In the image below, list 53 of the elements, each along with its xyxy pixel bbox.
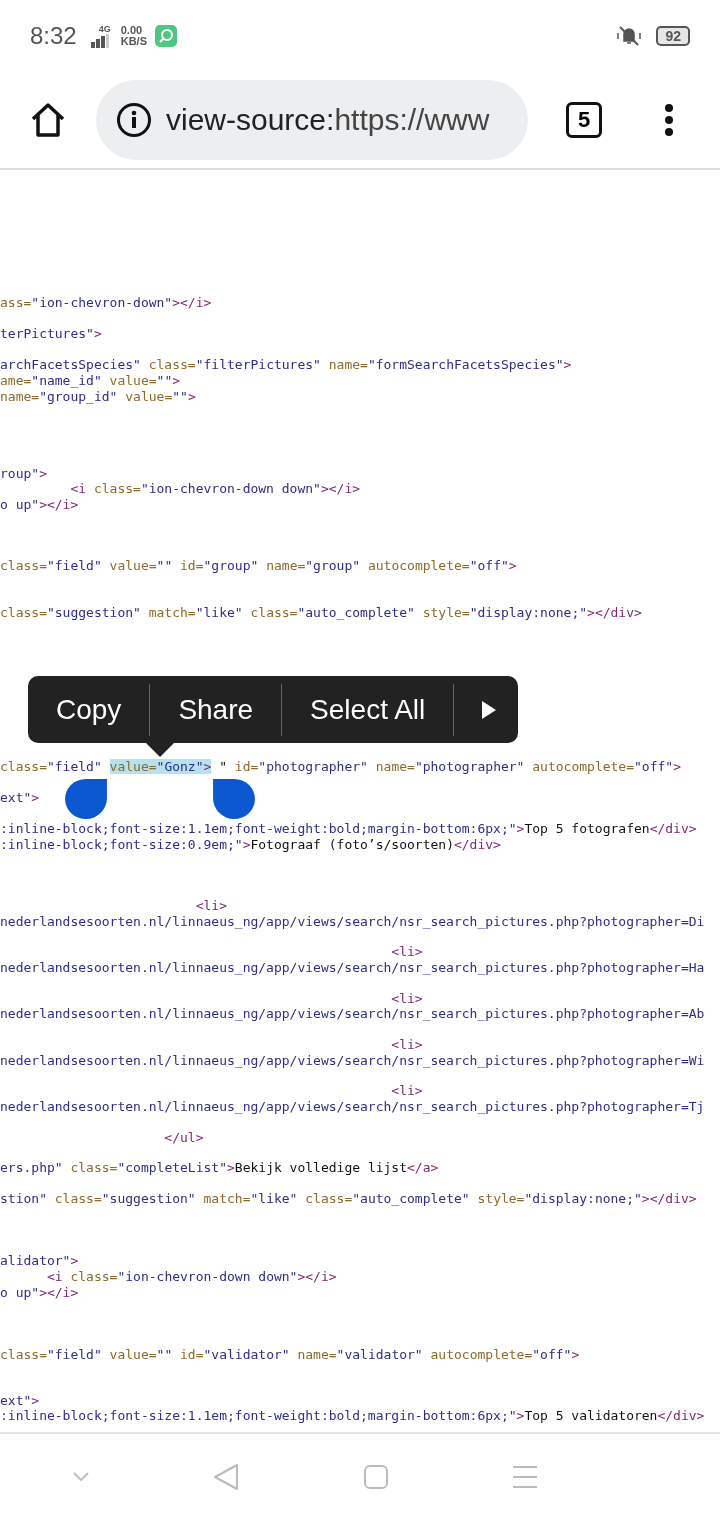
source-line: alidator"> (0, 1253, 80, 1269)
app-notification-icon (155, 25, 177, 47)
source-line: nederlandsesoorten.nl/linnaeus_ng/app/views/search/nsr_search_pictures.php?photographer=Wi (0, 1053, 706, 1069)
source-line: ass="ion-chevron-down"></i> (0, 295, 213, 311)
source-line: <li> (194, 897, 228, 914)
source-line: ext"> (0, 1392, 41, 1409)
menu-item[interactable]: Copy (28, 676, 150, 743)
source-line: o up"></i> (0, 1284, 80, 1301)
source-line: stion" class="suggestion" match="like" class="auto_complete" style="display:none;"></div> (0, 1191, 698, 1207)
source-line: ame="name_id" value=""> (0, 373, 182, 389)
menu-icon[interactable] (664, 103, 674, 137)
source-line: archFacetsSpecies" class="filterPictures" name="formSearchFacetsSpecies"> (0, 357, 573, 373)
source-line: class="field" value="" id="validator" name="validator" autocomplete="off"> (0, 1346, 581, 1363)
speed-value: 0.00 (120, 25, 144, 36)
source-line: ext"> (0, 790, 41, 806)
battery-indicator: 92 (656, 26, 690, 46)
menu-item[interactable]: Share (150, 676, 282, 743)
source-line: o up"></i> (0, 497, 80, 513)
source-line: <li> (390, 943, 424, 960)
source-line: :inline-block;font-size:1.1em;font-weight:bold;margin-bottom:6px;">Top 5 validatoren</div> (0, 1408, 706, 1424)
source-line: :inline-block;font-size:0.9em;">Fotograaf (foto’s/soorten)</div> (0, 836, 502, 853)
speed-unit: KB/S (120, 36, 147, 47)
source-line: roup"> (0, 465, 48, 482)
menu-item[interactable]: Select All (282, 676, 454, 743)
source-line: <i class="ion-chevron-down down"></i> (45, 1268, 338, 1285)
source-line: <li> (390, 1083, 424, 1099)
muted-bell-icon (616, 25, 643, 47)
source-line: ers.php" class="completeList">Bekijk volledige lijst</a> (0, 1160, 440, 1176)
source-line: nederlandsesoorten.nl/linnaeus_ng/app/views/search/nsr_search_pictures.php?photographer=Ha (0, 959, 706, 976)
source-line: :inline-block;font-size:1.1em;font-weight:bold;margin-bottom:6px;">Top 5 fotografen</div> (0, 821, 698, 837)
source-line: nederlandsesoorten.nl/linnaeus_ng/app/views/search/nsr_search_pictures.php?photographer=Tj (0, 1099, 706, 1115)
source-line: class="field" value="Gonz"> " id="photographer" name="photographer" autocomplete="off"> (0, 759, 682, 775)
network-type: 4G (98, 24, 111, 34)
signal-icon (90, 33, 111, 48)
more-arrow-icon[interactable] (482, 700, 497, 719)
home-icon[interactable] (30, 102, 66, 138)
tab-count-button[interactable]: 5 (566, 102, 602, 138)
source-line: class="field" value="" id="group" name="group" autocomplete="off"> (0, 558, 518, 574)
selection-handle[interactable] (64, 779, 108, 819)
url-text: view-source:https://www (166, 103, 490, 137)
source-line: </ul> (163, 1130, 205, 1146)
address-bar[interactable]: view-source:https://www (96, 80, 528, 160)
selection-handle[interactable] (212, 779, 256, 819)
clock-time: 8:32 (30, 22, 77, 50)
info-icon[interactable] (116, 102, 152, 138)
source-line: name="group_id" value=""> (0, 388, 197, 405)
source-line: terPictures"> (0, 326, 103, 342)
source-line: <li> (390, 990, 424, 1007)
source-line: nederlandsesoorten.nl/linnaeus_ng/app/views/search/nsr_search_pictures.php?photographer=Ab (0, 1006, 706, 1022)
source-line: class="suggestion" match="like" class="auto_complete" style="display:none;"></div> (0, 605, 643, 621)
source-line: nederlandsesoorten.nl/linnaeus_ng/app/views/search/nsr_search_pictures.php?photographer=Di (0, 913, 706, 930)
source-line: <i class="ion-chevron-down down"></i> (69, 481, 362, 497)
source-line: <li> (390, 1037, 424, 1053)
